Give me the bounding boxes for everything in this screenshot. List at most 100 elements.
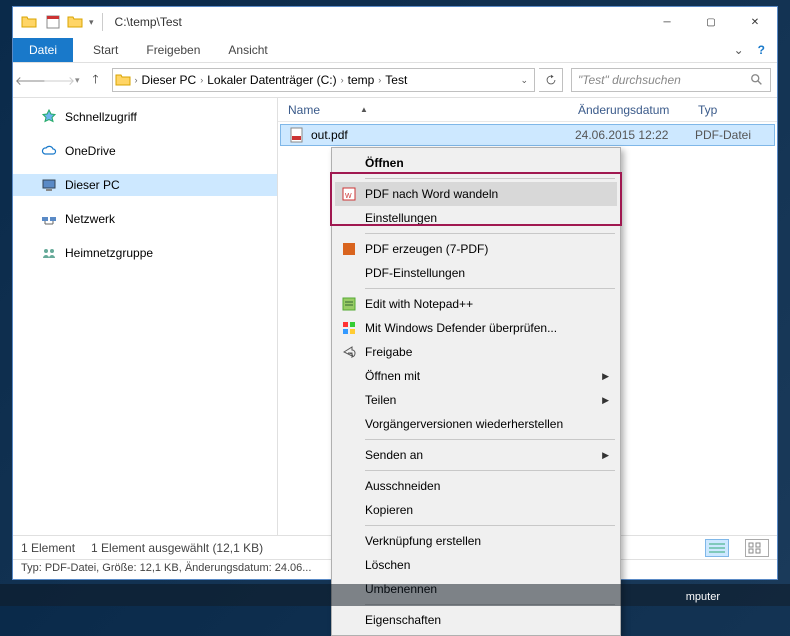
refresh-button[interactable] (539, 68, 563, 92)
share-icon (341, 344, 357, 360)
history-dropdown-icon[interactable]: ▾ (75, 75, 80, 86)
ctx-label: Senden an (365, 448, 423, 462)
ctx-item[interactable]: Löschen (335, 553, 617, 577)
nav-label: Dieser PC (65, 178, 120, 192)
submenu-arrow-icon: ▶ (602, 395, 609, 406)
defender-icon (341, 320, 357, 336)
ctx-label: Einstellungen (365, 211, 437, 225)
ctx-label: PDF erzeugen (7-PDF) (365, 242, 488, 256)
submenu-arrow-icon: ▶ (602, 450, 609, 461)
ctx-item[interactable]: Verknüpfung erstellen (335, 529, 617, 553)
pdf7-icon (341, 241, 357, 257)
ctx-label: PDF-Einstellungen (365, 266, 465, 280)
ribbon-tab-start[interactable]: Start (79, 39, 132, 61)
nav-label: Schnellzugriff (65, 110, 137, 124)
nav-label: Netzwerk (65, 212, 115, 226)
qat-dropdown-icon[interactable]: ▾ (89, 17, 94, 28)
ctx-label: Vorgängerversionen wiederherstellen (365, 417, 563, 431)
navigation-pane: Schnellzugriff OneDrive Dieser PC Netzwerk H… (13, 98, 278, 535)
taskbar-text: mputer (686, 591, 720, 603)
ctx-item[interactable]: Senden an ▶ (335, 443, 617, 467)
svg-text:W: W (345, 193, 352, 200)
ribbon-file-tab[interactable]: Datei (13, 38, 73, 62)
star-icon (41, 109, 57, 125)
ctx-item[interactable]: Öffnen (335, 151, 617, 175)
ctx-item[interactable]: Einstellungen (335, 206, 617, 230)
ribbon-expand-icon[interactable]: ⌄ (734, 43, 744, 57)
qat-newfolder-icon[interactable] (67, 14, 83, 30)
file-type: PDF-Datei (685, 128, 751, 142)
ctx-item[interactable]: Teilen▶ (335, 388, 617, 412)
nav-item-cloud[interactable]: OneDrive (13, 140, 277, 162)
file-name: out.pdf (311, 128, 348, 142)
npp-icon (341, 296, 357, 312)
context-menu: Öffnen W PDF nach Word wandeln Einstellunge… (331, 147, 621, 636)
search-icon (750, 73, 764, 87)
status-selection: 1 Element ausgewählt (12,1 KB) (91, 541, 263, 555)
ctx-item[interactable]: Eigenschaften (335, 608, 617, 632)
ctx-item[interactable]: Edit with Notepad++ (335, 292, 617, 316)
forward-button[interactable]: 🡒 (47, 68, 71, 92)
up-button[interactable]: 🡑 (84, 68, 108, 92)
nav-item-network[interactable]: Netzwerk (13, 208, 277, 230)
taskbar[interactable]: mputer (0, 584, 790, 606)
ctx-label: Freigabe (365, 345, 412, 359)
qat-properties-icon[interactable] (45, 14, 61, 30)
folder-icon (21, 14, 37, 30)
ctx-label: PDF nach Word wandeln (365, 187, 498, 201)
ctx-item[interactable]: PDF-Einstellungen (335, 261, 617, 285)
addr-dropdown-icon[interactable]: ⌄ (520, 75, 532, 86)
ribbon-tab-freigeben[interactable]: Freigeben (132, 39, 214, 61)
nav-item-homegroup[interactable]: Heimnetzgruppe (13, 242, 277, 264)
minimize-button[interactable]: ─ (645, 7, 689, 37)
help-icon[interactable]: ? (758, 43, 765, 57)
titlebar: ▾ C:\temp\Test ─ ▢ ✕ (13, 7, 777, 37)
ctx-item[interactable]: PDF erzeugen (7-PDF) (335, 237, 617, 261)
sort-indicator-icon: ▲ (360, 105, 368, 114)
homegroup-icon (41, 245, 57, 261)
col-type[interactable]: Typ (688, 103, 777, 117)
col-date[interactable]: Änderungsdatum (568, 103, 688, 117)
pc-icon (41, 177, 57, 193)
breadcrumb[interactable]: › Dieser PC › Lokaler Datenträger (C:) ›… (112, 68, 535, 92)
network-icon (41, 211, 57, 227)
ctx-item[interactable]: W PDF nach Word wandeln (335, 182, 617, 206)
column-headers[interactable]: Name ▲ Änderungsdatum Typ (278, 98, 777, 122)
ctx-item[interactable]: Kopieren (335, 498, 617, 522)
crumb[interactable]: Test (385, 73, 407, 87)
col-name[interactable]: Name (288, 103, 320, 117)
details-view-button[interactable] (705, 539, 729, 557)
ctx-item[interactable]: Ausschneiden (335, 474, 617, 498)
nav-item-star[interactable]: Schnellzugriff (13, 106, 277, 128)
ribbon: Datei Start Freigeben Ansicht ⌄ ? (13, 37, 777, 63)
icons-view-button[interactable] (745, 539, 769, 557)
ctx-item[interactable]: Vorgängerversionen wiederherstellen (335, 412, 617, 436)
crumb[interactable]: Lokaler Datenträger (C:) (207, 73, 336, 87)
maximize-button[interactable]: ▢ (689, 7, 733, 37)
ctx-item[interactable]: Mit Windows Defender überprüfen... (335, 316, 617, 340)
ribbon-tab-ansicht[interactable]: Ansicht (214, 39, 281, 61)
search-placeholder: "Test" durchsuchen (578, 73, 750, 87)
ctx-label: Verknüpfung erstellen (365, 534, 481, 548)
ctx-label: Kopieren (365, 503, 413, 517)
ctx-item[interactable]: Freigabe (335, 340, 617, 364)
pdf-file-icon (289, 127, 305, 143)
ctx-item[interactable]: Öffnen mit▶ (335, 364, 617, 388)
address-bar: 🡐 🡒 ▾ 🡑 › Dieser PC › Lokaler Datenträge… (13, 63, 777, 97)
back-button[interactable]: 🡐 (19, 68, 43, 92)
crumb[interactable]: Dieser PC (142, 73, 197, 87)
search-input[interactable]: "Test" durchsuchen (571, 68, 771, 92)
pdfword-icon: W (341, 186, 357, 202)
folder-icon (115, 72, 131, 88)
nav-label: OneDrive (65, 144, 116, 158)
ctx-label: Mit Windows Defender überprüfen... (365, 321, 557, 335)
ctx-label: Eigenschaften (365, 613, 441, 627)
file-row[interactable]: out.pdf 24.06.2015 12:22 PDF-Datei (280, 124, 775, 146)
file-date: 24.06.2015 12:22 (565, 128, 685, 142)
crumb[interactable]: temp (348, 73, 375, 87)
ctx-label: Edit with Notepad++ (365, 297, 473, 311)
close-button[interactable]: ✕ (733, 7, 777, 37)
ctx-label: Löschen (365, 558, 410, 572)
nav-item-pc[interactable]: Dieser PC (13, 174, 277, 196)
cloud-icon (41, 143, 57, 159)
